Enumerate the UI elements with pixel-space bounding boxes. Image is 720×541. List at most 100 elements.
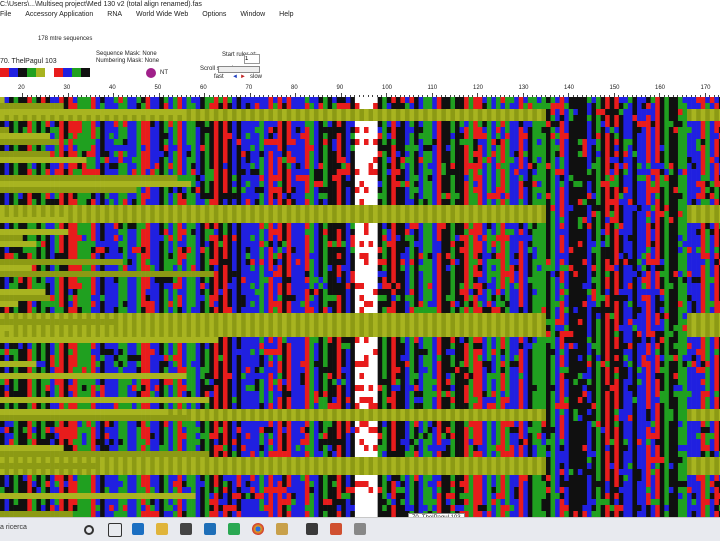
scroll-speed-fast-label: fast [214,74,224,80]
sequence-row[interactable] [0,445,720,451]
sequence-row[interactable] [0,247,720,253]
menu-world-wide-web[interactable]: World Wide Web [136,10,188,20]
sequence-row[interactable] [0,331,720,337]
sequence-row[interactable] [0,439,720,445]
app-icon-2[interactable] [276,523,288,535]
menu-window[interactable]: Window [240,10,265,20]
sequence-row[interactable] [0,253,720,259]
cortana-icon[interactable] [84,525,94,535]
sequence-row[interactable] [0,307,720,313]
sequence-row[interactable] [0,451,720,457]
task-view-icon[interactable] [108,523,122,537]
app-icon[interactable] [228,523,240,535]
sequence-row[interactable] [0,199,720,205]
sequence-alignment-grid[interactable] [0,97,720,517]
toolbar-palette[interactable] [0,68,90,77]
taskbar-search[interactable]: a ricerca [0,524,27,531]
sequence-row[interactable] [0,505,720,511]
scroll-fast-icon[interactable]: ◄ [232,74,238,80]
sequence-row[interactable] [0,187,720,193]
sequence-row[interactable] [0,133,720,139]
color-mode-icon[interactable] [146,68,156,78]
app-icon-3[interactable] [306,523,318,535]
sequence-row[interactable] [0,397,720,403]
menu-rna[interactable]: RNA [107,10,122,20]
sequence-row[interactable] [0,355,720,361]
sequence-row[interactable] [0,109,720,115]
chrome-icon[interactable] [252,523,264,535]
sequence-row[interactable] [0,385,720,391]
menu-accessory-application[interactable]: Accessory Application [25,10,93,20]
sequence-row[interactable] [0,349,720,355]
sequence-row[interactable] [0,169,720,175]
sequence-row[interactable] [0,223,720,229]
sequence-row[interactable] [0,373,720,379]
sequence-row[interactable] [0,427,720,433]
edge-icon[interactable] [132,523,144,535]
sequence-row[interactable] [0,235,720,241]
sequence-row[interactable] [0,193,720,199]
sequence-row[interactable] [0,391,720,397]
sequence-row[interactable] [0,409,720,415]
menu-options[interactable]: Options [202,10,226,20]
sequence-row[interactable] [0,145,720,151]
sequence-row[interactable] [0,127,720,133]
nt-mode-icon[interactable]: NT [160,70,168,76]
sequence-row[interactable] [0,457,720,463]
sequence-row[interactable] [0,289,720,295]
sequence-row[interactable] [0,217,720,223]
sequence-row[interactable] [0,301,720,307]
menu-help[interactable]: Help [279,10,293,20]
file-explorer-icon[interactable] [156,523,168,535]
sequence-row[interactable] [0,175,720,181]
sequence-mask-label: Sequence Mask: None [96,51,157,57]
sequence-row[interactable] [0,379,720,385]
sequence-row[interactable] [0,277,720,283]
sequence-row[interactable] [0,499,720,505]
sequence-row[interactable] [0,97,720,103]
mail-icon[interactable] [204,523,216,535]
sequence-row[interactable] [0,229,720,235]
sequence-row[interactable] [0,343,720,349]
sequence-row[interactable] [0,325,720,331]
sequence-row[interactable] [0,403,720,409]
menu-file[interactable]: File [0,10,11,20]
start-ruler-input[interactable] [244,54,260,64]
sequence-row[interactable] [0,115,720,121]
sequence-row[interactable] [0,313,720,319]
sequence-row[interactable] [0,367,720,373]
sequence-row[interactable] [0,157,720,163]
app-icon-4[interactable] [330,523,342,535]
sequence-row[interactable] [0,469,720,475]
sequence-row[interactable] [0,421,720,427]
sequence-row[interactable] [0,433,720,439]
app-icon-5[interactable] [354,523,366,535]
sequence-row[interactable] [0,181,720,187]
sequence-row[interactable] [0,139,720,145]
sequence-row[interactable] [0,487,720,493]
sequence-row[interactable] [0,361,720,367]
scroll-speed-slider[interactable] [218,66,260,73]
ruler-tick-label: 160 [655,85,665,91]
sequence-row[interactable] [0,205,720,211]
sequence-row[interactable] [0,211,720,217]
sequence-row[interactable] [0,163,720,169]
sequence-row[interactable] [0,103,720,109]
sequence-row[interactable] [0,481,720,487]
sequence-row[interactable] [0,337,720,343]
sequence-row[interactable] [0,475,720,481]
sequence-row[interactable] [0,271,720,277]
sequence-row[interactable] [0,283,720,289]
scroll-slow-icon[interactable]: ► [240,74,246,80]
sequence-row[interactable] [0,151,720,157]
sequence-row[interactable] [0,259,720,265]
sequence-row[interactable] [0,319,720,325]
sequence-row[interactable] [0,121,720,127]
sequence-row[interactable] [0,241,720,247]
sequence-row[interactable] [0,463,720,469]
sequence-row[interactable] [0,295,720,301]
sequence-row[interactable] [0,265,720,271]
sequence-row[interactable] [0,415,720,421]
store-icon[interactable] [180,523,192,535]
sequence-row[interactable] [0,493,720,499]
